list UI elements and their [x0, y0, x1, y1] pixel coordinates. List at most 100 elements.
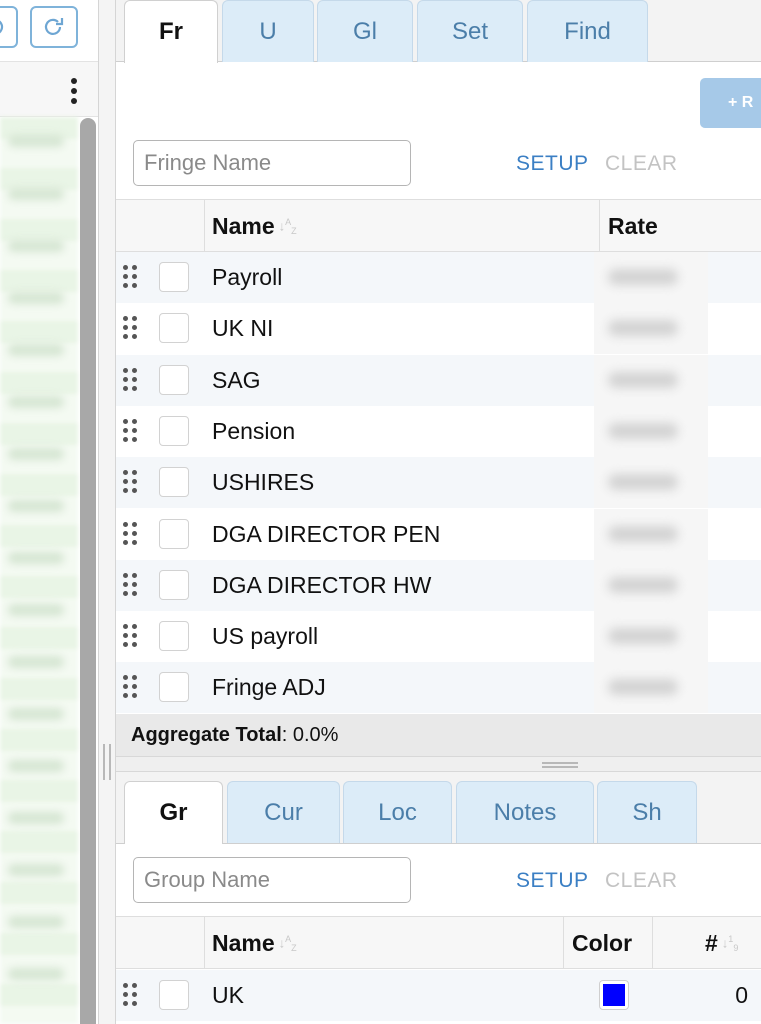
drag-handle-icon[interactable]	[123, 572, 139, 597]
row-checkbox[interactable]	[159, 980, 189, 1010]
row-checkbox[interactable]	[159, 621, 189, 652]
sort-icon[interactable]: ↓AZ	[279, 217, 297, 236]
fringe-table-row[interactable]: Pension	[116, 405, 761, 457]
fringe-rate-cell[interactable]	[594, 303, 708, 355]
tab-locations[interactable]: Loc	[343, 781, 452, 843]
row-checkbox[interactable]	[159, 313, 189, 344]
fringe-name-cell[interactable]: DGA DIRECTOR PEN	[212, 509, 440, 560]
drag-handle-icon[interactable]	[123, 316, 139, 340]
tab-fringes[interactable]: Fr	[124, 0, 218, 63]
groups-setup-link[interactable]: SETUP	[516, 869, 589, 893]
fringe-name-cell[interactable]: Pension	[212, 406, 295, 457]
blurred-item	[8, 292, 64, 304]
blurred-list	[0, 117, 78, 1024]
sort-icon[interactable]: ↓19	[722, 934, 739, 953]
aggregate-total: Aggregate Total: 0.0%	[116, 714, 761, 756]
groups-name-column-header[interactable]: Name ↓AZ	[212, 917, 297, 969]
tab-globals[interactable]: Gl	[317, 0, 413, 62]
drag-handle-icon[interactable]	[123, 470, 139, 494]
fringe-table-row[interactable]: SAG	[116, 354, 761, 406]
vertical-splitter[interactable]	[98, 0, 116, 1024]
fringe-name-cell[interactable]: SAG	[212, 355, 261, 406]
fringe-rate-cell[interactable]	[594, 611, 708, 663]
fringe-rate-cell[interactable]	[594, 457, 708, 509]
group-table-row[interactable]: UK 0	[116, 970, 761, 1021]
fringes-clear-link[interactable]: CLEAR	[605, 152, 678, 176]
tab-sets[interactable]: Set	[417, 0, 523, 62]
fringe-rate-cell[interactable]	[594, 662, 708, 714]
row-checkbox[interactable]	[159, 569, 189, 600]
groups-count-column-header[interactable]: # ↓19	[705, 917, 738, 969]
group-color-swatch[interactable]	[599, 980, 629, 1010]
redo-button[interactable]	[30, 6, 78, 48]
groups-color-column-header[interactable]: Color	[572, 917, 632, 969]
fringes-table-header: Name ↓AZ Rate	[116, 199, 761, 252]
column-separator	[652, 917, 653, 969]
row-checkbox[interactable]	[159, 364, 189, 395]
blurred-item	[8, 604, 64, 616]
row-checkbox[interactable]	[159, 518, 189, 549]
drag-handle-icon[interactable]	[123, 367, 139, 392]
fringe-rate-cell[interactable]	[594, 252, 708, 303]
blurred-item	[8, 344, 64, 356]
add-fringe-button[interactable]: + R	[700, 78, 761, 128]
row-checkbox[interactable]	[159, 467, 189, 498]
fringes-setup-link[interactable]: SETUP	[516, 152, 589, 176]
fringe-name-cell[interactable]: USHIRES	[212, 457, 314, 508]
fringe-table-row[interactable]: DGA DIRECTOR HW	[116, 559, 761, 611]
fringe-name-cell[interactable]: UK NI	[212, 303, 273, 354]
fringe-rate-cell[interactable]	[594, 354, 708, 406]
left-pane	[0, 0, 100, 1024]
fringe-table-row[interactable]: USHIRES	[116, 457, 761, 509]
kebab-icon[interactable]	[69, 78, 79, 104]
horizontal-splitter-grip-icon[interactable]	[542, 762, 578, 768]
fringes-name-column-header[interactable]: Name ↓AZ	[212, 200, 297, 252]
tab-notes[interactable]: Notes	[456, 781, 594, 843]
groups-clear-link[interactable]: CLEAR	[605, 869, 678, 893]
fringe-rate-cell[interactable]	[594, 405, 708, 457]
drag-handle-icon[interactable]	[123, 265, 139, 289]
drag-handle-icon[interactable]	[123, 675, 139, 699]
fringe-table-row[interactable]: UK NI	[116, 303, 761, 355]
drag-handle-icon[interactable]	[123, 624, 139, 648]
tab-units[interactable]: U	[222, 0, 314, 62]
drag-handle-icon[interactable]	[123, 521, 139, 546]
blurred-item	[8, 240, 64, 252]
fringe-name-cell[interactable]: DGA DIRECTOR HW	[212, 560, 431, 611]
row-checkbox[interactable]	[159, 262, 189, 292]
fringe-table-row[interactable]: US payroll	[116, 611, 761, 663]
group-name-cell[interactable]: UK	[212, 970, 244, 1021]
fringe-table-row[interactable]: Fringe ADJ	[116, 662, 761, 714]
fringe-table-row[interactable]: DGA DIRECTOR PEN	[116, 508, 761, 560]
left-toolbar	[0, 0, 100, 62]
group-name-search-input[interactable]	[133, 857, 411, 903]
aggregate-total-value: : 0.0%	[281, 723, 339, 746]
fringe-name-cell[interactable]: Payroll	[212, 252, 282, 303]
blurred-item	[8, 188, 64, 200]
groups-table-header: Name ↓AZ Color # ↓19	[116, 916, 761, 969]
drag-handle-icon[interactable]	[123, 983, 139, 1007]
vertical-splitter-grip-icon[interactable]	[103, 744, 111, 780]
row-checkbox[interactable]	[159, 672, 189, 703]
tab-currency[interactable]: Cur	[227, 781, 340, 843]
sort-icon[interactable]: ↓AZ	[279, 934, 297, 953]
left-scrollbar[interactable]	[80, 118, 96, 1024]
blurred-item	[8, 916, 64, 928]
undo-icon	[0, 20, 4, 34]
fringe-name-cell[interactable]: US payroll	[212, 611, 318, 662]
tab-find[interactable]: Find	[527, 0, 648, 62]
blurred-item	[8, 812, 64, 824]
fringe-name-cell[interactable]: Fringe ADJ	[212, 662, 326, 713]
row-checkbox[interactable]	[159, 415, 189, 446]
fringes-rate-column-header[interactable]: Rate	[608, 200, 658, 252]
fringe-rate-cell[interactable]	[594, 559, 708, 611]
column-separator	[204, 200, 205, 252]
tab-groups[interactable]: Gr	[124, 781, 223, 844]
tab-sh[interactable]: Sh	[597, 781, 697, 843]
fringe-table-row[interactable]: Payroll	[116, 252, 761, 303]
horizontal-splitter[interactable]	[116, 756, 761, 772]
fringe-rate-cell[interactable]	[594, 508, 708, 560]
fringe-name-search-input[interactable]	[133, 140, 411, 186]
undo-button[interactable]	[0, 6, 18, 48]
drag-handle-icon[interactable]	[123, 418, 139, 443]
